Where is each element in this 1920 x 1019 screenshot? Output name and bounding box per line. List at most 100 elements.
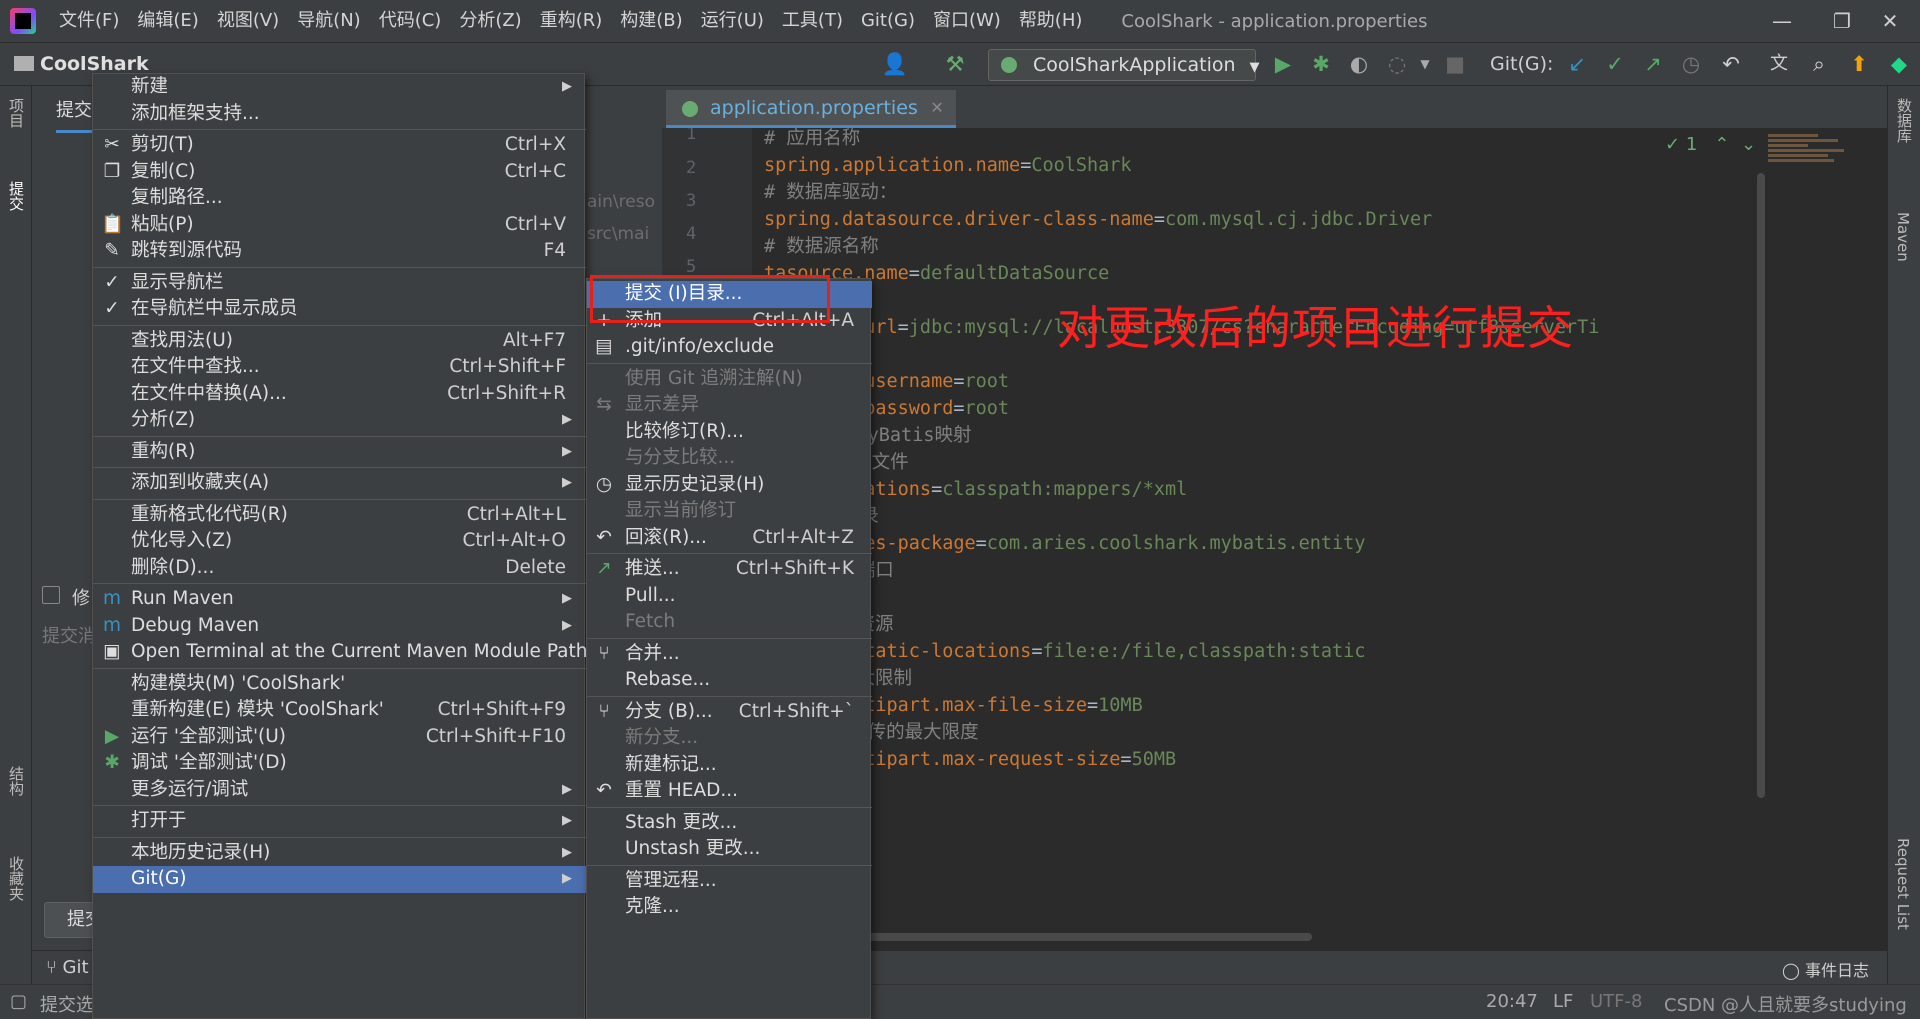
menu-item-r[interactable]: ↶ 回滚(R)... Ctrl+Alt+Z [587,525,872,552]
close-window-button[interactable]: ✕ [1860,0,1920,42]
menu-item-b[interactable]: ⑂ 分支 (B)... Ctrl+Shift+` [587,699,872,726]
stripe-project-tab[interactable]: 项目 [6,98,27,128]
tab-application-properties[interactable]: application.properties ✕ [666,90,956,128]
run-icon[interactable]: ▶ [1268,49,1298,79]
stripe-request-list-tab[interactable]: Request List [1894,838,1912,930]
chevron-down-icon[interactable]: ▼ [1410,49,1440,79]
project-breadcrumb[interactable]: CoolShark [14,53,149,75]
stripe-favorites-tab[interactable]: 收藏夹 [6,856,27,901]
menu-item-d[interactable]: 删除(D)... Delete [93,555,586,582]
caret-position[interactable]: 20:47 [1486,991,1538,1012]
coverage-icon[interactable]: ◐ [1344,49,1374,79]
code-content[interactable]: # 应用名称 spring.application.name=CoolShark #… [764,128,1887,950]
menu-item-pull[interactable]: Pull... [587,583,872,610]
menu-item-t[interactable]: ✂ 剪切(T) Ctrl+X [93,132,586,159]
menu-item-item[interactable]: ✓ 在导航栏中显示成员 [93,296,586,323]
menu-item-run-maven[interactable]: m Run Maven ▶ [93,586,586,613]
debug-bug-icon[interactable]: ✱ [1306,49,1336,79]
menu-item-item[interactable]: 管理远程... [587,868,872,895]
menu-item-u[interactable]: 查找用法(U) Alt+F7 [93,328,586,355]
editor-vertical-scrollbar[interactable] [1757,173,1765,798]
menu-item-item[interactable]: ⑂ 合并... [587,641,872,668]
menu-item-item[interactable]: 新建标记... [587,752,872,779]
menu-item-item[interactable]: 复制路径... [93,185,586,212]
menu-edit[interactable]: 编辑(E) [128,0,207,42]
file-encoding[interactable]: UTF-8 [1590,991,1642,1012]
translate-icon[interactable]: 文 [1764,49,1794,79]
stripe-maven-tab[interactable]: Maven [1894,212,1912,262]
commit-message-placeholder[interactable]: 提交消 [42,622,96,648]
menu-item-debug-maven[interactable]: m Debug Maven ▶ [93,613,586,640]
minimize-button[interactable]: — [1752,0,1812,42]
menu-refactor[interactable]: 重构(R) [531,0,612,42]
menu-item-item[interactable]: 新建 ▶ [93,74,586,101]
jetbrains-toolbox-icon[interactable]: ◆ [1884,49,1914,79]
close-tab-icon[interactable]: ✕ [930,90,943,126]
menu-item-u[interactable]: ▶ 运行 '全部测试'(U) Ctrl+Shift+F10 [93,724,586,751]
update-available-icon[interactable]: ⬆ [1844,49,1874,79]
status-panel-icon[interactable]: ▢ [10,991,27,1012]
menu-item-a[interactable]: 添加到收藏夹(A) ▶ [93,470,586,497]
menu-build[interactable]: 构建(B) [611,0,691,42]
menu-item-h[interactable]: ◷ 显示历史记录(H) [587,472,872,499]
menu-item-a[interactable]: 在文件中替换(A)... Ctrl+Shift+R [93,381,586,408]
menu-code[interactable]: 代码(C) [370,0,451,42]
menu-item-m-coolshark[interactable]: 构建模块(M) 'CoolShark' [93,671,586,698]
menu-item-item[interactable]: ✓ 显示导航栏 [93,270,586,297]
menu-item-r[interactable]: 重新格式化代码(R) Ctrl+Alt+L [93,502,586,529]
menu-analyze[interactable]: 分析(Z) [450,0,530,42]
stripe-structure-tab[interactable]: 结构 [6,766,27,796]
menu-window[interactable]: 窗口(W) [924,0,1010,42]
menu-git[interactable]: Git(G) [852,0,924,42]
commit-panel-tab[interactable]: 提交 [56,96,92,133]
search-icon[interactable]: ⌕ [1804,49,1834,79]
stripe-database-tab[interactable]: 数据库 [1894,98,1915,143]
line-separator[interactable]: LF [1553,991,1573,1012]
history-clock-icon[interactable]: ◷ [1676,49,1706,79]
menu-item-item[interactable]: ✎ 跳转到源代码 F4 [93,238,586,265]
menu-item-open-terminal-at-the-current-maven-module-path[interactable]: ▣ Open Terminal at the Current Maven Modu… [93,639,587,666]
profile-icon[interactable]: ◌ [1382,49,1412,79]
menu-item-d[interactable]: ✱ 调试 '全部测试'(D) [93,750,586,777]
event-log-tab[interactable]: ◯ 事件日志 [1782,957,1869,981]
git-tool-tab[interactable]: ⑂ Git [46,957,89,978]
menu-item-stash[interactable]: Stash 更改... [587,810,872,837]
menu-item-z[interactable]: 优化导入(Z) Ctrl+Alt+O [93,528,586,555]
menu-item-git-g[interactable]: Git(G) ▶ [93,866,586,893]
menu-item-git-info-exclude[interactable]: ▤ .git/info/exclude [587,334,872,361]
menu-item-e-coolshark[interactable]: 重新构建(E) 模块 'CoolShark' Ctrl+Shift+F9 [93,697,586,724]
menu-item-rebase[interactable]: Rebase... [587,667,872,694]
menu-item-item[interactable]: 添加框架支持... [93,101,586,128]
property-key: spring.application.name [764,155,1021,176]
stop-icon[interactable]: ■ [1440,49,1470,79]
git-push-icon[interactable]: ↗ [1638,49,1668,79]
user-icon[interactable]: 👤 [880,49,910,79]
menu-item-c[interactable]: ❐ 复制(C) Ctrl+C [93,159,586,186]
menu-item-p[interactable]: 📋 粘贴(P) Ctrl+V [93,212,586,239]
stripe-commit-tab[interactable]: 提交 [6,181,27,211]
menu-item-r[interactable]: 比较修订(R)... [587,419,872,446]
menu-item-unstash[interactable]: Unstash 更改... [587,836,872,863]
menu-file[interactable]: 文件(F) [50,0,128,42]
menu-item-h[interactable]: 本地历史记录(H) ▶ [93,840,586,867]
build-hammer-icon[interactable]: ⚒ [940,49,970,79]
menu-view[interactable]: 视图(V) [208,0,288,42]
menu-item-item[interactable]: 在文件中查找... Ctrl+Shift+F [93,354,586,381]
git-update-icon[interactable]: ↙ [1562,49,1592,79]
menu-tools[interactable]: 工具(T) [773,0,852,42]
menu-item-item[interactable]: 打开于 ▶ [93,808,586,835]
menu-item-item[interactable]: ↗ 推送... Ctrl+Shift+K [587,556,872,583]
menu-navigate[interactable]: 导航(N) [288,0,370,42]
inspection-widget[interactable]: ✓ 1 ⌃ ⌄ [1665,134,1756,155]
menu-item-item[interactable]: 更多运行/调试 ▶ [93,777,586,804]
menu-item-z[interactable]: 分析(Z) ▶ [93,407,586,434]
run-configuration-select[interactable]: CoolShark​Application ▼ [988,49,1260,81]
rollback-icon[interactable]: ↶ [1716,49,1746,79]
menu-item-item[interactable]: 克隆... [587,894,872,921]
amend-checkbox[interactable] [42,586,60,604]
git-commit-check-icon[interactable]: ✓ [1600,49,1630,79]
menu-item-head[interactable]: ↶ 重置 HEAD... [587,778,872,805]
menu-item-r[interactable]: 重构(R) ▶ [93,439,586,466]
menu-help[interactable]: 帮助(H) [1010,0,1092,42]
menu-run[interactable]: 运行(U) [692,0,773,42]
